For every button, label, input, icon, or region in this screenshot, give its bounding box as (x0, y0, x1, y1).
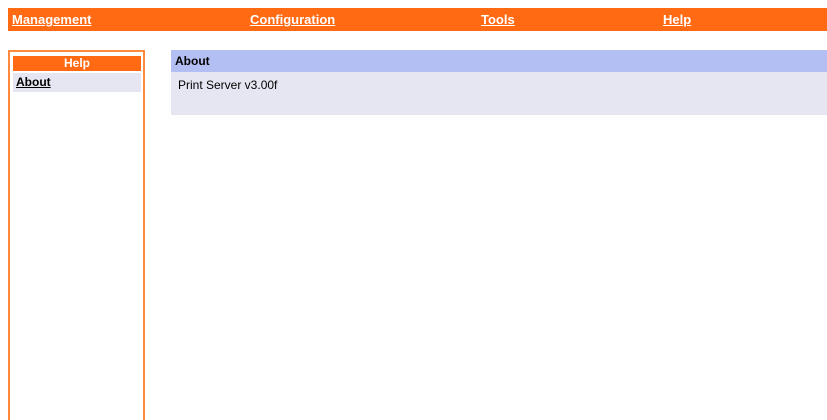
sidebar-item-about[interactable]: About (13, 73, 141, 92)
section-body: Print Server v3.00f (171, 72, 827, 115)
sidebar-panel: Help About (8, 50, 145, 420)
nav-link-help[interactable]: Help (663, 12, 691, 27)
section-header: About (171, 50, 827, 72)
nav-link-configuration[interactable]: Configuration (250, 12, 335, 27)
section-title: About (175, 54, 210, 68)
version-text: Print Server v3.00f (178, 78, 278, 92)
top-navigation-bar: Management Configuration Tools Help (8, 8, 827, 31)
nav-link-tools[interactable]: Tools (481, 12, 515, 27)
sidebar-item-label: About (16, 75, 51, 89)
sidebar-title: Help (13, 56, 141, 71)
nav-link-management[interactable]: Management (12, 12, 91, 27)
